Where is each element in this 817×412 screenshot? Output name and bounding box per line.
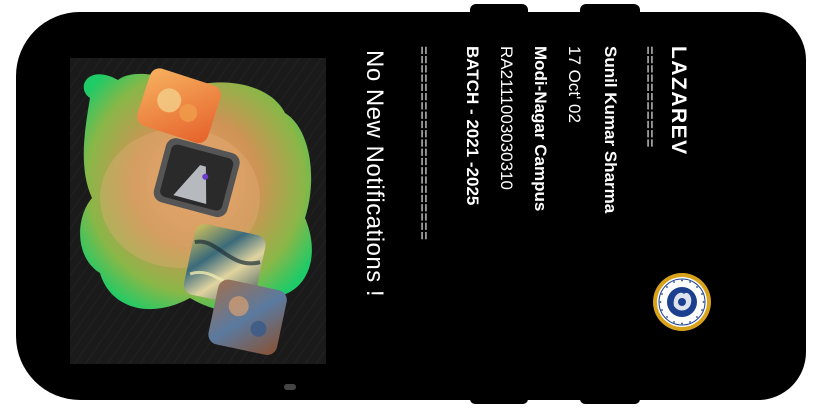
university-seal-icon: [652, 272, 712, 332]
top-notch-right: [580, 4, 640, 18]
student-name: Sunil Kumar Sharma: [601, 46, 620, 214]
notification-status: No New Notifications !: [361, 50, 388, 298]
bottom-notch-left: [470, 394, 528, 404]
campus-name: Modi-Nagar Campus: [531, 46, 550, 212]
separator-long: =====================: [415, 46, 432, 241]
frame-speck: [284, 384, 296, 390]
top-notch-left: [470, 4, 528, 18]
register-number: RA2111003030310: [497, 46, 516, 191]
brand-title: LAZAREV: [667, 46, 690, 156]
abstract-artwork: [70, 58, 326, 364]
separator-short: ===========: [641, 46, 658, 148]
bottom-notch-right: [580, 394, 640, 404]
date-of-birth: 17 Oct' 02: [565, 46, 584, 123]
abstract-3d-blob-icon: [80, 68, 312, 355]
batch-label: BATCH - 2021 -2025: [463, 46, 482, 206]
